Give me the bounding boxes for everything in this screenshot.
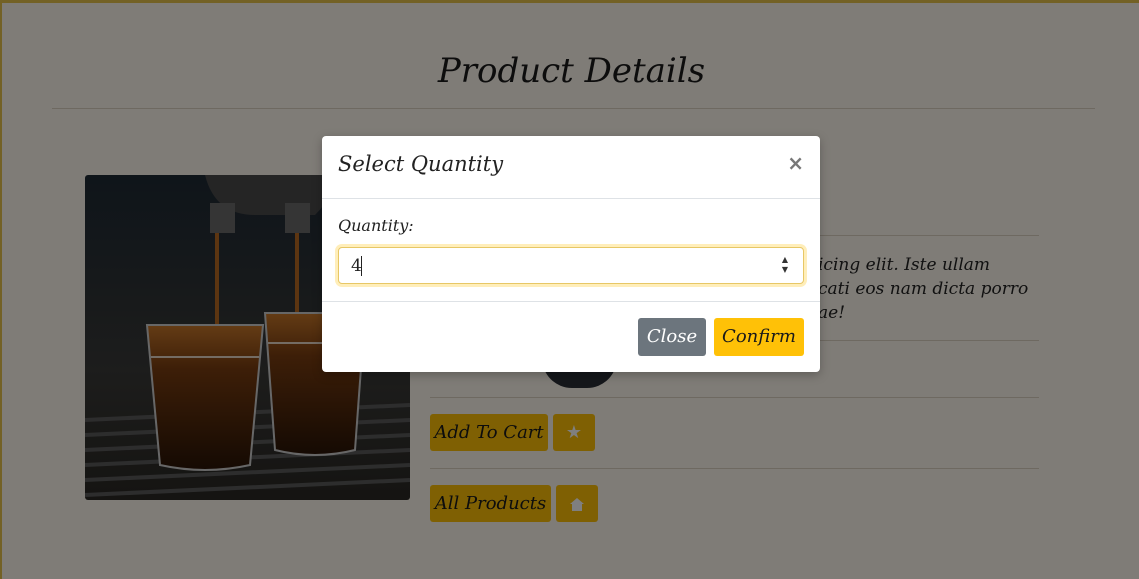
- modal-footer-divider: [322, 301, 820, 302]
- quantity-label: Quantity:: [338, 216, 414, 235]
- text-caret: [361, 256, 362, 276]
- quantity-input[interactable]: 4 ▲ ▼: [338, 247, 804, 284]
- modal-title: Select Quantity: [338, 152, 504, 176]
- close-icon[interactable]: ×: [787, 151, 804, 175]
- quantity-spinner[interactable]: ▲ ▼: [779, 255, 791, 277]
- quantity-modal: Select Quantity × Quantity: 4 ▲ ▼ Close …: [322, 136, 820, 372]
- spinner-up-icon[interactable]: ▲: [779, 255, 791, 265]
- modal-header-divider: [322, 198, 820, 199]
- spinner-down-icon[interactable]: ▼: [779, 265, 791, 275]
- close-button[interactable]: Close: [638, 318, 706, 356]
- confirm-button[interactable]: Confirm: [714, 318, 804, 356]
